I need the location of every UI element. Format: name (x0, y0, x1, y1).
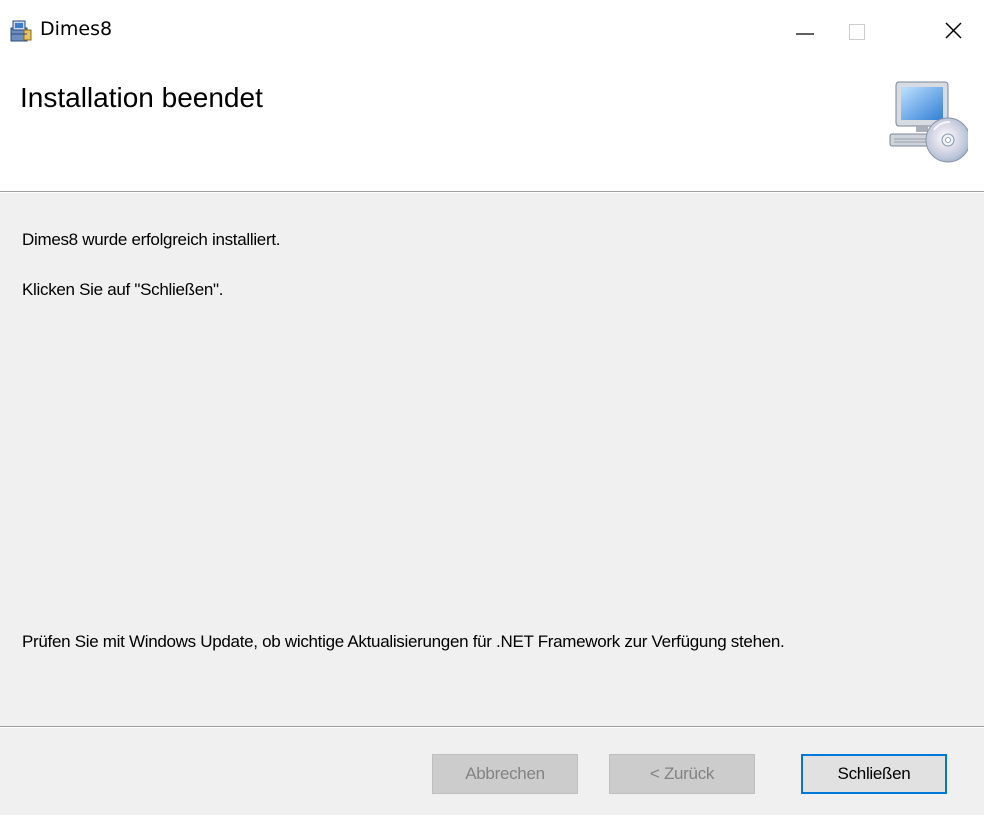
instruction-message: Klicken Sie auf "Schließen". (22, 280, 224, 299)
cancel-button[interactable]: Abbrechen (432, 754, 578, 794)
update-message: Prüfen Sie mit Windows Update, ob wichti… (22, 632, 785, 651)
page-title: Installation beendet (20, 82, 263, 113)
button-bar: Abbrechen < Zurück Schließen (0, 728, 984, 815)
back-button[interactable]: < Zurück (609, 754, 755, 794)
title-bar[interactable]: Dimes8 (0, 0, 984, 60)
computer-cd-setup-icon (888, 78, 971, 168)
close-button[interactable]: Schließen (801, 754, 947, 794)
installer-window: Dimes8 Installation beendet Dimes8 wurde… (0, 0, 984, 815)
content-panel: Dimes8 wurde erfolgreich installiert. Kl… (0, 193, 984, 726)
installer-package-icon (8, 18, 34, 44)
header-banner: Installation beendet (0, 60, 984, 191)
success-message: Dimes8 wurde erfolgreich installiert. (22, 230, 281, 249)
maximize-icon[interactable] (832, 0, 892, 60)
close-icon[interactable] (924, 0, 984, 60)
window-title: Dimes8 (40, 18, 113, 40)
